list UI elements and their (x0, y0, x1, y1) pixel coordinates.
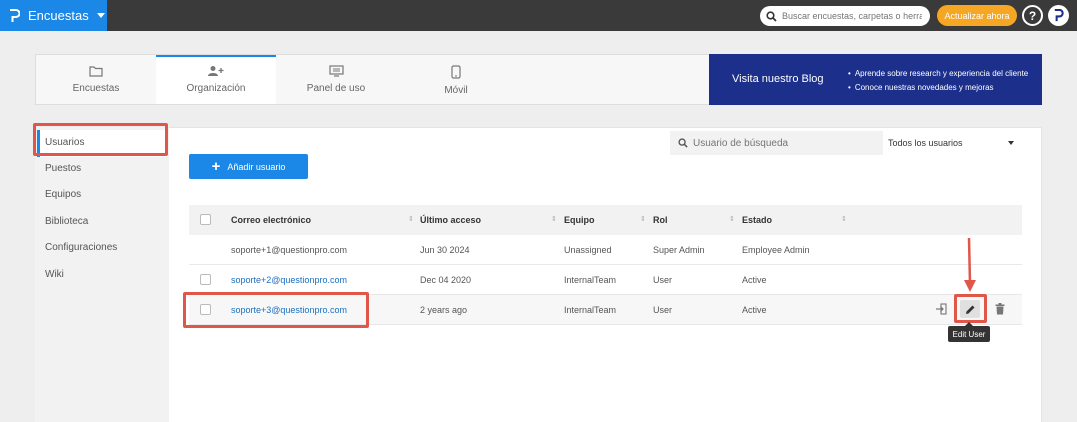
last-access: Dec 04 2020 (420, 275, 472, 285)
monitor-icon (328, 65, 344, 77)
select-all-checkbox[interactable] (200, 214, 211, 225)
team: Unassigned (564, 245, 612, 255)
last-access: 2 years ago (420, 305, 468, 315)
blog-bullet: Aprende sobre research y experiencia del… (848, 67, 1028, 81)
questionpro-logo-icon (10, 8, 20, 22)
trash-icon[interactable] (993, 302, 1007, 316)
tab-label: Móvil (444, 85, 468, 96)
status: Employee Admin (742, 245, 810, 255)
user-add-icon (208, 66, 224, 76)
folder-icon (89, 66, 103, 77)
sort-icon[interactable]: ⇕ (551, 215, 557, 223)
user-search[interactable] (670, 131, 883, 155)
last-access: Jun 30 2024 (420, 245, 470, 255)
search-icon (678, 138, 688, 148)
sidebar-item-wiki[interactable]: Wiki (45, 269, 64, 280)
blog-bullet: Conoce nuestras novedades y mejoras (848, 81, 1028, 95)
column-header-role[interactable]: Rol (653, 215, 668, 225)
highlight-user-email (183, 292, 369, 328)
mobile-icon (451, 65, 461, 79)
global-search[interactable] (760, 6, 930, 26)
user-filter-select[interactable]: Todos los usuarios (888, 131, 1023, 155)
tab-organizacion[interactable]: Organización (156, 55, 276, 104)
app-title: Encuestas (28, 8, 89, 23)
app-switcher[interactable]: Encuestas (0, 0, 107, 31)
status: Active (742, 305, 767, 315)
annotation-arrow-icon (964, 237, 976, 292)
column-header-last-access[interactable]: Último acceso (420, 215, 481, 225)
tab-label: Panel de uso (306, 83, 366, 94)
sidebar-item-configuraciones[interactable]: Configuraciones (45, 242, 117, 253)
blog-title: Visita nuestro Blog (732, 73, 824, 85)
tab-movil[interactable]: Móvil (396, 55, 516, 104)
highlight-edit-user (954, 294, 987, 323)
column-header-email[interactable]: Correo electrónico (231, 215, 311, 225)
sidebar-item-puestos[interactable]: Puestos (45, 163, 81, 174)
role: User (653, 305, 673, 315)
add-user-button[interactable]: + Añadir usuario (189, 154, 308, 179)
blog-banner[interactable]: Visita nuestro Blog Aprende sobre resear… (709, 54, 1042, 105)
profile-logo-icon (1054, 9, 1064, 22)
highlight-usuarios (33, 123, 168, 156)
status: Active (742, 275, 767, 285)
help-button[interactable]: ? (1022, 5, 1043, 26)
sort-icon[interactable]: ⇕ (640, 215, 646, 223)
chevron-down-icon (96, 13, 105, 18)
sidebar-item-biblioteca[interactable]: Biblioteca (45, 216, 88, 227)
sidebar: Usuarios Puestos Equipos Biblioteca Conf… (35, 127, 169, 422)
search-icon (766, 10, 777, 22)
blog-bullets: Aprende sobre research y experiencia del… (848, 67, 1028, 95)
edit-user-tooltip: Edit User (948, 322, 990, 342)
tab-panel-de-uso[interactable]: Panel de uso (276, 55, 396, 104)
team: InternalTeam (564, 305, 617, 315)
tab-label: Encuestas (72, 83, 120, 94)
profile-button[interactable] (1048, 5, 1069, 26)
sidebar-item-equipos[interactable]: Equipos (45, 189, 81, 200)
role: Super Admin (653, 245, 705, 255)
table-row: soporte+2@questionpro.com Dec 04 2020 In… (189, 265, 1022, 295)
tab-encuestas[interactable]: Encuestas (36, 55, 156, 104)
add-user-label: Añadir usuario (227, 161, 286, 172)
table-row: soporte+1@questionpro.com Jun 30 2024 Un… (189, 235, 1022, 265)
user-filter-value: Todos los usuarios (888, 138, 963, 148)
user-email: soporte+1@questionpro.com (231, 245, 347, 255)
sort-icon[interactable]: ⇕ (729, 215, 735, 223)
table-header: Correo electrónico ⇕ Último acceso ⇕ Equ… (189, 205, 1022, 235)
tab-label: Organización (186, 83, 246, 94)
user-email-link[interactable]: soporte+2@questionpro.com (231, 275, 347, 285)
update-now-button[interactable]: Actualizar ahora (937, 5, 1017, 26)
plus-icon: + (211, 158, 221, 175)
top-bar: Encuestas Actualizar ahora ? (0, 0, 1077, 31)
sort-icon[interactable]: ⇕ (408, 215, 414, 223)
user-search-input[interactable] (693, 137, 873, 149)
global-search-input[interactable] (782, 11, 922, 21)
role: User (653, 275, 673, 285)
team: InternalTeam (564, 275, 617, 285)
sort-icon[interactable]: ⇕ (841, 215, 847, 223)
login-as-user-icon[interactable] (933, 302, 949, 316)
column-header-team[interactable]: Equipo (564, 215, 595, 225)
row-checkbox[interactable] (200, 274, 211, 285)
column-header-status[interactable]: Estado (742, 215, 772, 225)
chevron-down-icon (1008, 141, 1014, 145)
